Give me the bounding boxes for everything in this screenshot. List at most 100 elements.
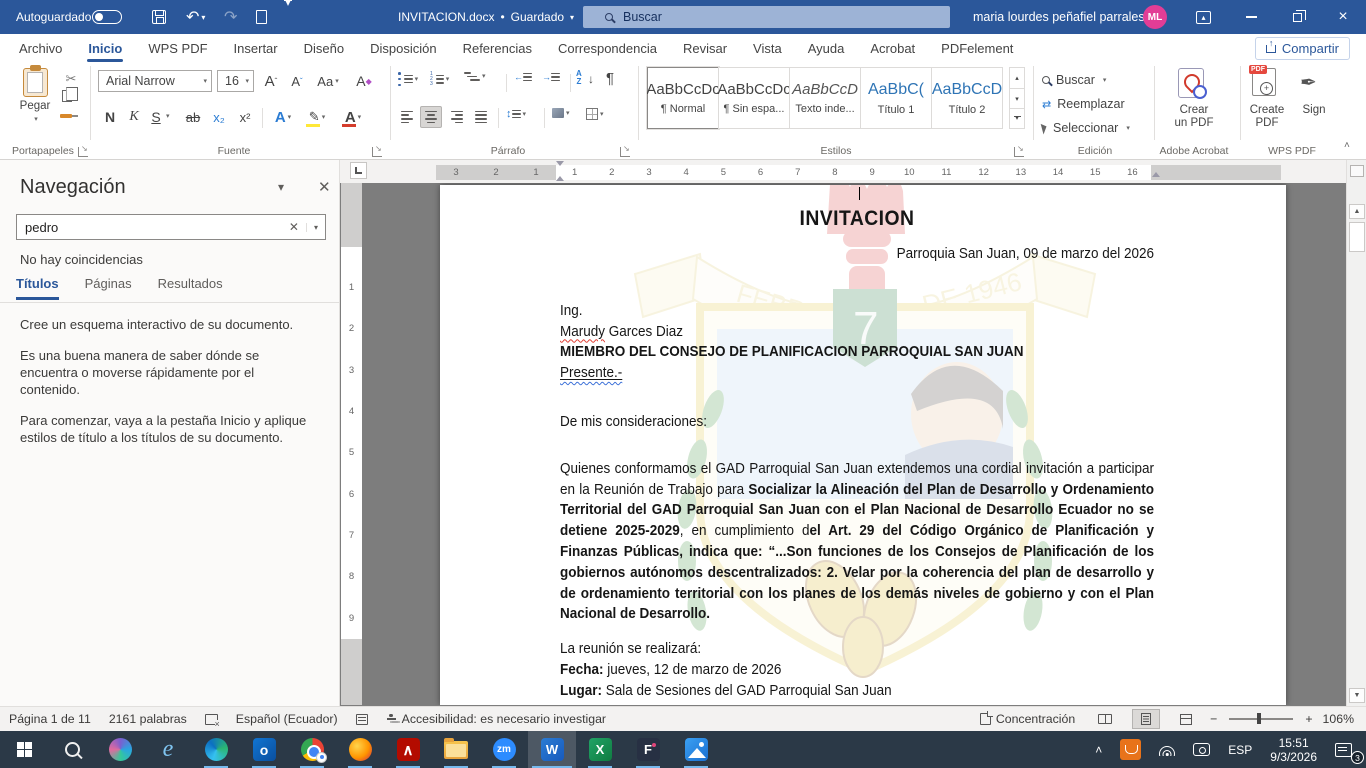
share-button[interactable]: Compartir xyxy=(1255,37,1350,60)
styles-dialog-launcher[interactable]: ↘ xyxy=(1014,147,1024,157)
close-button[interactable]: × xyxy=(1320,0,1366,34)
clock[interactable]: 15:519/3/2026 xyxy=(1261,731,1326,768)
font-dialog-launcher[interactable]: ↘ xyxy=(372,147,382,157)
subscript-icon[interactable]: x₂ xyxy=(208,106,230,128)
sign-label[interactable]: Sign xyxy=(1296,104,1332,117)
firefox-icon[interactable] xyxy=(336,731,384,768)
clear-formatting-icon[interactable]: A◆ xyxy=(352,70,376,92)
page-count[interactable]: Página 1 de 11 xyxy=(0,707,100,731)
focus-mode-button[interactable]: Concentración xyxy=(971,707,1084,731)
decrease-indent-icon[interactable]: ← xyxy=(514,72,532,82)
paste-button[interactable]: Pegar ▾ xyxy=(12,68,58,140)
justify-icon[interactable] xyxy=(470,106,492,128)
outlook-icon[interactable]: o xyxy=(240,731,288,768)
ribbon-tab[interactable]: Referencias xyxy=(450,34,545,62)
ribbon-tab[interactable]: Vista xyxy=(740,34,795,62)
document-page[interactable]: FEBRERO DE 1946 7 xyxy=(440,185,1286,705)
italic-icon[interactable]: K xyxy=(124,106,144,128)
scrollbar-thumb[interactable] xyxy=(1349,222,1365,252)
language-status[interactable]: Español (Ecuador) xyxy=(227,707,347,731)
chrome-icon[interactable] xyxy=(288,731,336,768)
internet-explorer-icon[interactable]: e xyxy=(144,731,192,768)
copy-icon[interactable] xyxy=(62,90,72,102)
borders-icon[interactable]: ▾ xyxy=(586,108,604,120)
photos-icon[interactable] xyxy=(672,731,720,768)
ribbon-display-options-icon[interactable]: ▴ xyxy=(1196,0,1211,34)
document-content[interactable]: INVITACION Parroquia San Juan, 09 de mar… xyxy=(560,205,1154,705)
font-size-select[interactable]: 16▾ xyxy=(217,70,254,92)
replace-button[interactable]: ⇄Reemplazar xyxy=(1042,93,1125,115)
print-layout-icon[interactable] xyxy=(1132,709,1160,729)
accessibility-status[interactable]: Accesibilidad: es necesario investigar xyxy=(377,707,615,731)
align-left-icon[interactable] xyxy=(396,106,418,128)
vertical-ruler[interactable]: 123456789 xyxy=(341,183,362,705)
scroll-up-icon[interactable]: ▲ xyxy=(1349,204,1365,219)
styles-scroll-down-icon[interactable]: ▾ xyxy=(1010,88,1024,108)
sort-icon[interactable]: AZ xyxy=(576,70,582,86)
read-mode-icon[interactable] xyxy=(1090,711,1120,727)
zoom-app-icon[interactable]: zm xyxy=(480,731,528,768)
font-color-icon[interactable]: A▾ xyxy=(338,106,368,128)
navigation-search[interactable]: ✕ ▾ xyxy=(16,214,326,240)
indent-markers[interactable] xyxy=(556,161,565,183)
save-icon[interactable] xyxy=(152,0,166,34)
notification-center-icon[interactable]: 3 xyxy=(1326,731,1366,768)
ribbon-tab[interactable]: Diseño xyxy=(291,34,357,62)
style-item[interactable]: AaBbCcDc ¶ Normal xyxy=(647,67,719,129)
titlebar-search[interactable]: Buscar xyxy=(583,6,950,28)
collapse-ribbon-icon[interactable]: ˄ xyxy=(1344,140,1350,151)
bullets-icon[interactable]: ▾ xyxy=(398,72,418,86)
search-options-chevron-icon[interactable]: ▾ xyxy=(306,223,325,232)
underline-chevron-icon[interactable]: ▾ xyxy=(164,112,170,120)
clear-search-icon[interactable]: ✕ xyxy=(282,220,306,234)
zoom-slider-thumb[interactable] xyxy=(1257,713,1261,724)
quick-access-more-icon[interactable]: ▾ xyxy=(284,0,292,34)
new-document-icon[interactable] xyxy=(256,0,267,34)
acrobat-icon[interactable]: ∧ xyxy=(384,731,432,768)
superscript-icon[interactable]: x² xyxy=(234,106,256,128)
web-layout-icon[interactable] xyxy=(1172,711,1200,728)
taskbar-search-icon[interactable] xyxy=(48,731,96,768)
change-case-icon[interactable]: Aa▾ xyxy=(314,70,342,92)
acrobat-create-pdf-icon[interactable] xyxy=(1178,68,1204,98)
pilcrow-icon[interactable]: ¶ xyxy=(606,70,614,87)
ribbon-tab[interactable]: Acrobat xyxy=(857,34,928,62)
start-button[interactable] xyxy=(0,731,48,768)
multilevel-list-icon[interactable]: ▾ xyxy=(464,72,486,81)
shading-icon[interactable]: ▾ xyxy=(552,108,570,118)
ribbon-tab[interactable]: Insertar xyxy=(221,34,291,62)
shrink-font-icon[interactable]: Aˇ xyxy=(286,70,308,92)
user-name[interactable]: maria lourdes peñafiel parrales xyxy=(973,0,1145,34)
sign-icon[interactable]: ✒ xyxy=(1300,70,1317,95)
zoom-slider[interactable] xyxy=(1229,718,1293,720)
find-button[interactable]: Buscar▾ xyxy=(1042,69,1106,91)
ribbon-tab[interactable]: PDFelement xyxy=(928,34,1026,62)
navigation-tab[interactable]: Resultados xyxy=(158,276,223,300)
ribbon-tab[interactable]: WPS PDF xyxy=(135,34,220,62)
minimize-button[interactable] xyxy=(1228,0,1274,34)
acrobat-create-pdf-label[interactable]: Crearun PDF xyxy=(1156,104,1232,130)
word-icon[interactable]: W xyxy=(528,731,576,768)
style-item[interactable]: AaBbCcD Título 2 xyxy=(931,67,1003,129)
format-painter-icon[interactable] xyxy=(60,114,72,118)
ribbon-tab[interactable]: Inicio xyxy=(75,34,135,62)
show-hidden-icons[interactable]: ˄ xyxy=(1086,731,1111,768)
style-item[interactable]: AaBbCcDc ¶ Sin espa... xyxy=(718,67,790,129)
ribbon-tab[interactable]: Ayuda xyxy=(795,34,858,62)
align-center-icon[interactable] xyxy=(420,106,442,128)
ribbon-tab[interactable]: Archivo xyxy=(6,34,75,62)
zoom-level[interactable]: 106% xyxy=(1317,712,1362,726)
ribbon-tab[interactable]: Disposición xyxy=(357,34,449,62)
undo-icon[interactable]: ↶▾ xyxy=(186,0,205,34)
tray-app-icon[interactable] xyxy=(1111,731,1150,768)
pdfelement-icon[interactable]: F xyxy=(624,731,672,768)
ruler-toggle-icon[interactable] xyxy=(1350,165,1364,177)
grow-font-icon[interactable]: Aˆ xyxy=(260,70,282,92)
word-count[interactable]: 2161 palabras xyxy=(100,707,196,731)
strikethrough-icon[interactable]: ab xyxy=(182,106,204,128)
bold-icon[interactable]: N xyxy=(100,106,120,128)
increase-indent-icon[interactable]: → xyxy=(542,72,560,82)
cortana-icon[interactable] xyxy=(96,731,144,768)
undo-chevron-icon[interactable]: ▾ xyxy=(201,13,205,22)
underline-icon[interactable]: S xyxy=(146,106,166,128)
